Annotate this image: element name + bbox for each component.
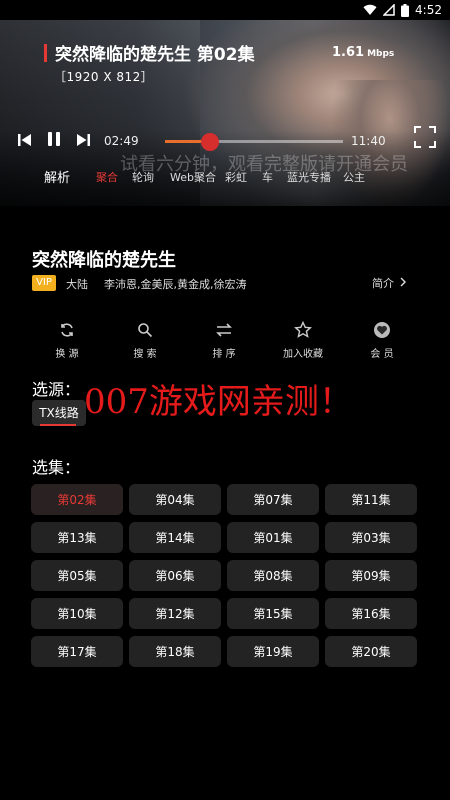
title-accent-bar <box>44 43 47 62</box>
line-selected-underline <box>40 424 76 426</box>
search-icon <box>110 320 180 340</box>
episode-grid: 第02集 第04集 第07集 第11集 第13集 第14集 第01集 第03集 … <box>31 484 417 667</box>
progress-knob[interactable] <box>200 133 219 151</box>
skip-previous-icon <box>17 132 33 151</box>
episode-button[interactable]: 第19集 <box>227 636 319 667</box>
skip-next-icon <box>75 132 91 151</box>
episode-button[interactable]: 第09集 <box>325 560 417 591</box>
chevron-right-icon <box>400 277 406 290</box>
episode-button[interactable]: 第11集 <box>325 484 417 515</box>
vip-heart-icon <box>347 320 417 340</box>
progress-bar[interactable] <box>165 133 343 151</box>
line-option-tx[interactable]: TX线路 <box>32 400 86 426</box>
fullscreen-button[interactable] <box>414 126 436 152</box>
pause-icon <box>47 131 61 151</box>
add-favorite-button[interactable]: 加入收藏 <box>268 320 338 360</box>
next-button[interactable] <box>72 130 94 152</box>
parse-source-row: 解析 聚合 轮询 Web聚合 彩虹 车 蓝光专播 公主 <box>0 164 450 190</box>
episode-button[interactable]: 第20集 <box>325 636 417 667</box>
episode-button[interactable]: 第02集 <box>31 484 123 515</box>
video-title: 突然降临的楚先生 第02集 <box>55 45 255 65</box>
episode-button[interactable]: 第07集 <box>227 484 319 515</box>
episode-button[interactable]: 第01集 <box>227 522 319 553</box>
wifi-icon <box>363 4 377 16</box>
episode-button[interactable]: 第04集 <box>129 484 221 515</box>
status-time: 4:52 <box>415 3 442 17</box>
source-option[interactable]: 车 <box>262 169 273 185</box>
episode-button[interactable]: 第15集 <box>227 598 319 629</box>
fullscreen-icon <box>414 126 436 152</box>
episode-button[interactable]: 第18集 <box>129 636 221 667</box>
star-icon <box>268 320 338 340</box>
source-option[interactable]: 彩虹 <box>225 169 247 185</box>
show-title: 突然降临的楚先生 <box>32 250 176 271</box>
current-time: 02:49 <box>104 134 139 148</box>
episode-section-label: 选集： <box>32 458 81 477</box>
line-option-label: TX线路 <box>39 406 79 420</box>
source-section-label: 选源： <box>32 380 81 399</box>
signal-icon <box>383 4 395 16</box>
source-option[interactable]: 蓝光专播 <box>287 169 331 185</box>
episode-button[interactable]: 第17集 <box>31 636 123 667</box>
switch-source-button[interactable]: 换 源 <box>32 320 102 360</box>
source-option[interactable]: 轮询 <box>132 169 154 185</box>
show-region: 大陆 <box>66 278 88 291</box>
action-label: 换 源 <box>55 349 79 360</box>
episode-button[interactable]: 第10集 <box>31 598 123 629</box>
episode-button[interactable]: 第08集 <box>227 560 319 591</box>
source-option[interactable]: 聚合 <box>96 169 118 185</box>
source-option[interactable]: Web聚合 <box>170 169 216 185</box>
search-button[interactable]: 搜 索 <box>110 320 180 360</box>
sort-button[interactable]: 排 序 <box>189 320 259 360</box>
episode-button[interactable]: 第16集 <box>325 598 417 629</box>
action-label: 加入收藏 <box>283 349 323 360</box>
status-bar: 4:52 <box>0 0 450 20</box>
battery-icon <box>401 3 410 17</box>
action-label: 排 序 <box>212 349 236 360</box>
video-resolution: ［1920 X 812］ <box>54 70 154 84</box>
episode-button[interactable]: 第12集 <box>129 598 221 629</box>
vip-badge: VIP <box>32 275 56 291</box>
promo-overlay-text: 007游戏网亲测！ <box>84 382 353 422</box>
total-time: 11:40 <box>351 134 386 148</box>
show-cast: 李沛恩,金美辰,黄金成,徐宏涛 <box>104 278 247 291</box>
vip-member-button[interactable]: 会 员 <box>347 320 417 360</box>
refresh-icon <box>32 320 102 340</box>
action-label: 会 员 <box>370 349 394 360</box>
sort-icon <box>189 320 259 340</box>
action-label: 搜 索 <box>133 349 157 360</box>
pause-button[interactable] <box>43 130 65 152</box>
intro-button[interactable]: 简介 <box>372 275 406 291</box>
video-player[interactable]: 突然降临的楚先生 第02集 ［1920 X 812］ 1.61 Mbps 02:4… <box>0 20 450 206</box>
parse-label: 解析 <box>44 171 71 186</box>
source-option[interactable]: 公主 <box>343 169 365 185</box>
episode-button[interactable]: 第13集 <box>31 522 123 553</box>
network-speed: 1.61 Mbps <box>332 45 395 60</box>
video-title-bar: 突然降临的楚先生 第02集 <box>44 40 255 65</box>
episode-button[interactable]: 第05集 <box>31 560 123 591</box>
episode-button[interactable]: 第03集 <box>325 522 417 553</box>
episode-button[interactable]: 第06集 <box>129 560 221 591</box>
intro-label: 简介 <box>372 277 394 290</box>
previous-button[interactable] <box>14 130 36 152</box>
episode-button[interactable]: 第14集 <box>129 522 221 553</box>
